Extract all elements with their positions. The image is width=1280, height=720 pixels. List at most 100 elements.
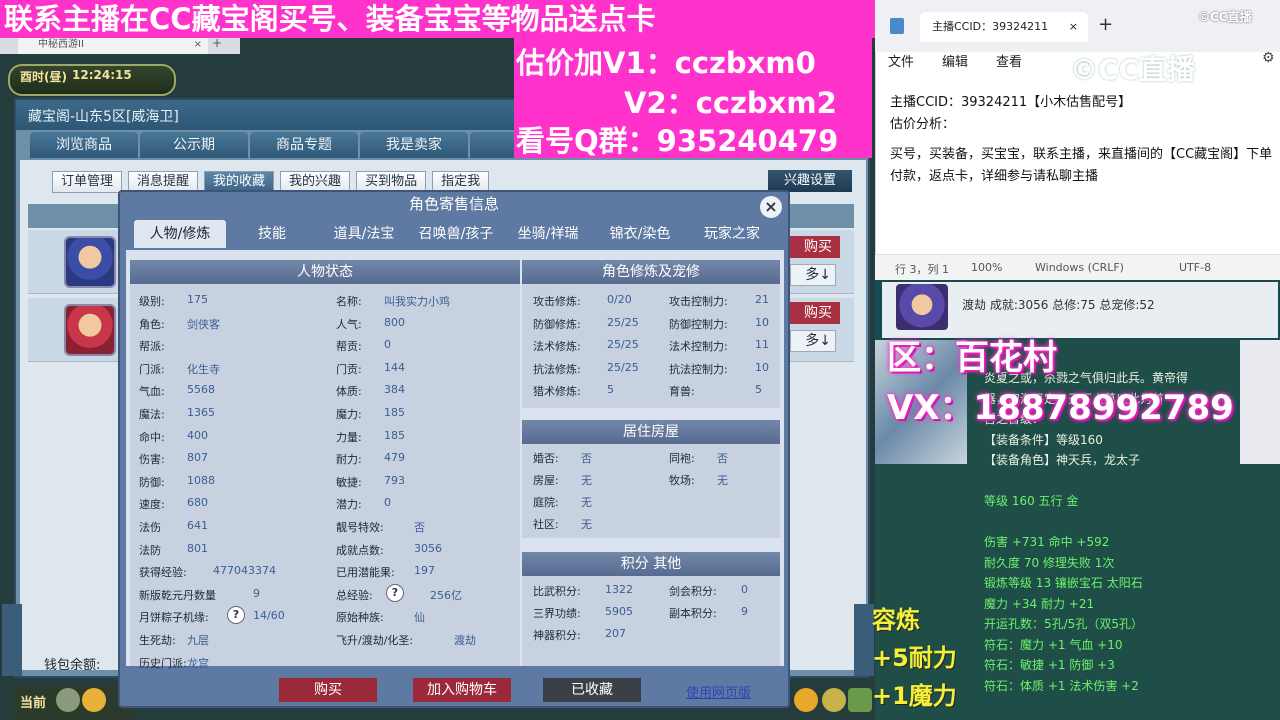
tab-browse[interactable]: 浏览商品 [30,132,138,158]
field-value: 渡劫 [454,634,476,647]
field-value: 否 [581,452,592,465]
row-more-button[interactable]: 多↓ [790,330,836,352]
field-row: 同袍: 否 [669,450,728,466]
settings-icon[interactable] [822,688,846,712]
field-label: 魔力: [336,408,362,421]
field-row: 级别: 175 [139,293,208,309]
field-value: 3056 [414,541,442,555]
row-buy-button[interactable]: 购买 [790,302,840,324]
field-row: 剑会积分: 0 [669,583,748,599]
field-row: 庭院: 无 [533,494,592,510]
section-cultivation-title: 角色修炼及宠修 [522,260,780,284]
field-label: 猎术修炼: [533,385,581,399]
close-icon[interactable]: × [1069,12,1078,42]
notepad-text[interactable]: 主播CCID：39324211【小木估售配号】 估价分析： 买号，买装备，买宝宝… [890,92,1275,188]
interest-settings-button[interactable]: 兴趣设置 [768,170,852,192]
field-label: 攻击控制力: [669,295,728,308]
overlay-left-2: +5耐力 [872,644,957,672]
row-buy-button[interactable]: 购买 [790,236,840,258]
add-to-cart-button[interactable]: 加入购物车 [413,678,511,702]
field-value: 10 [755,315,769,329]
tab-home[interactable]: 玩家之家 [686,220,778,248]
field-row: 总经验: 256亿? [336,583,462,603]
field-row: 育兽: 5 [669,383,762,399]
field-label: 同袍: [669,452,695,465]
buy-button[interactable]: 购买 [279,678,377,702]
field-row: 比武积分: 1322 [533,583,633,599]
field-value: 无 [581,496,592,509]
field-label: 人气: [336,317,362,331]
menu-file[interactable]: 文件 [888,51,914,70]
field-value: 仙 [414,611,425,625]
tab-topics[interactable]: 商品专题 [250,132,358,158]
field-label: 已用潜能果: [336,566,395,580]
help-icon[interactable]: ? [386,583,404,602]
favorited-button[interactable]: 已收藏 [543,678,641,702]
chat-channel[interactable]: 当前 [20,692,46,711]
emoji-icon[interactable] [82,688,106,712]
tab-pets[interactable]: 召唤兽/孩子 [410,220,502,248]
field-row: 速度: 680 [139,496,208,512]
menu-edit[interactable]: 编辑 [942,51,968,70]
field-label: 剑会积分: [669,585,717,598]
face-icon[interactable] [794,688,818,712]
field-label: 比武积分: [533,585,581,598]
field-value: 5 [607,383,614,397]
close-icon[interactable]: × [194,36,202,54]
tab-seller[interactable]: 我是卖家 [360,132,468,158]
microphone-icon[interactable] [56,688,80,712]
side-image [1240,340,1280,464]
field-label: 新版乾元丹数量 [139,588,216,602]
tab-outfits[interactable]: 锦衣/染色 [594,220,686,248]
browser-tab[interactable]: 中秘西游II × [18,36,208,54]
menu-view[interactable]: 查看 [996,51,1022,70]
field-label: 生死劫: [139,634,176,647]
tab-skills[interactable]: 技能 [226,220,318,248]
subtab-orders[interactable]: 订单管理 [52,171,123,193]
tab-public[interactable]: 公示期 [140,132,248,158]
field-row: 抗法修炼: 25/25 [533,361,639,377]
field-row: 魔力: 185 [336,406,405,422]
web-version-link[interactable]: 使用网页版 [686,682,751,701]
item-card-text: 渡劫 成就:3056 总修:75 总宠修:52 [962,298,1155,312]
field-value: 256亿 [430,588,462,602]
field-value: 400 [187,428,208,442]
field-label: 防御控制力: [669,317,728,331]
new-tab-icon[interactable]: + [212,36,222,50]
field-value: 9 [253,586,260,600]
field-row: 魔法: 1365 [139,406,215,422]
tab-mounts[interactable]: 坐骑/祥瑞 [502,220,594,248]
notepad-tab-title: 主播CCID：39324211 [932,20,1049,33]
field-label: 法防 [139,543,161,557]
field-value: 1365 [187,406,215,419]
field-value: 11 [755,338,769,352]
field-row: 命中: 400 [139,429,208,445]
field-label: 历史门派: [139,656,187,670]
field-row: 法术修炼: 25/25 [533,338,639,354]
field-label: 法伤 [139,521,161,534]
field-value: 384 [384,383,405,397]
avatar [896,284,948,330]
field-label: 伤害: [139,453,165,467]
system-icon[interactable] [848,688,872,712]
notepad-tab[interactable]: 主播CCID：39324211 × [920,12,1088,42]
price-line-3: 看号Q群：935240479 [516,124,839,158]
field-row: 攻击修炼: 0/20 [533,293,632,309]
field-label: 获得经验: [139,566,187,580]
field-value: 0 [384,338,391,352]
field-value: 1322 [605,583,633,596]
close-icon[interactable]: × [760,196,782,218]
field-value: 479 [384,451,405,465]
gear-icon[interactable]: ⚙ [1262,50,1275,66]
equip-line: 【装备条件】等级160 [984,432,1103,447]
add-tab-icon[interactable]: + [1098,14,1113,35]
tab-character[interactable]: 人物/修炼 [134,220,226,248]
field-label: 婚否: [533,452,559,465]
tab-items[interactable]: 道具/法宝 [318,220,410,248]
row-more-button[interactable]: 多↓ [790,264,836,286]
equip-line [984,471,1236,492]
vx-overlay: VX：18878992789 [887,388,1234,428]
field-label: 神器积分: [533,629,581,642]
field-label: 副本积分: [669,607,717,620]
equip-line: 伤害 +731 命中 +592 [984,535,1110,549]
